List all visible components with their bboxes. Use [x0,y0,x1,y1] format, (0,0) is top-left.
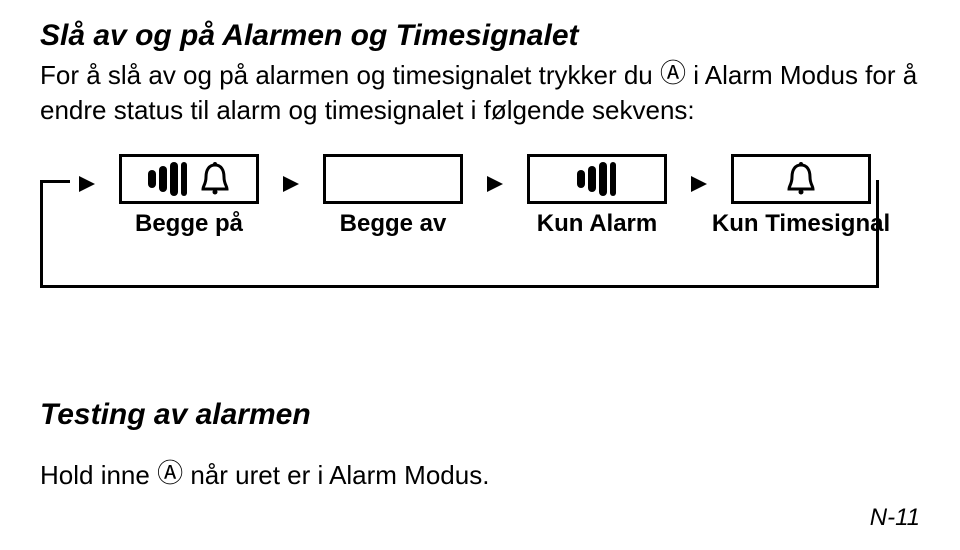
state-box [323,154,463,204]
button-a-icon: Ⓐ [660,58,686,88]
arrow-right-icon [79,176,95,192]
transition-arrow [268,176,314,192]
state-timesignal-only: Kun Timesignal [722,154,880,238]
transition-arrow [64,176,110,192]
section2-body-post: når uret er i Alarm Modus. [190,460,489,490]
state-label: Begge av [340,210,447,238]
state-box [527,154,667,204]
loop-line [40,180,43,288]
signal-wave-icon [577,162,617,196]
section2-body: Hold inne Ⓐ når uret er i Alarm Modus. [40,458,920,493]
bell-icon [786,162,816,196]
state-row: Begge på Begge av [64,154,880,238]
section2-body-pre: Hold inne [40,460,157,490]
signal-wave-icon [148,162,188,196]
state-both-on: Begge på [110,154,268,238]
transition-arrow [472,176,518,192]
transition-arrow [676,176,722,192]
state-box [731,154,871,204]
arrow-right-icon [691,176,707,192]
page-root: Slå av og på Alarmen og Timesignalet For… [0,0,960,550]
state-label: Kun Timesignal [712,210,890,238]
sequence-diagram: Begge på Begge av [40,150,880,310]
button-a-icon: Ⓐ [157,458,183,488]
section1-title: Slå av og på Alarmen og Timesignalet [40,18,920,54]
state-both-off: Begge av [314,154,472,238]
bell-icon [200,162,230,196]
section1-instruction-pre: For å slå av og på alarmen og timesignal… [40,60,660,90]
page-number: N-11 [870,504,920,532]
arrow-right-icon [487,176,503,192]
arrow-right-icon [283,176,299,192]
state-alarm-only: Kun Alarm [518,154,676,238]
state-box [119,154,259,204]
loop-line [40,285,879,288]
state-label: Kun Alarm [537,210,657,238]
state-label: Begge på [135,210,243,238]
section2-title: Testing av alarmen [40,398,920,432]
section1-instruction: For å slå av og på alarmen og timesignal… [40,58,920,128]
